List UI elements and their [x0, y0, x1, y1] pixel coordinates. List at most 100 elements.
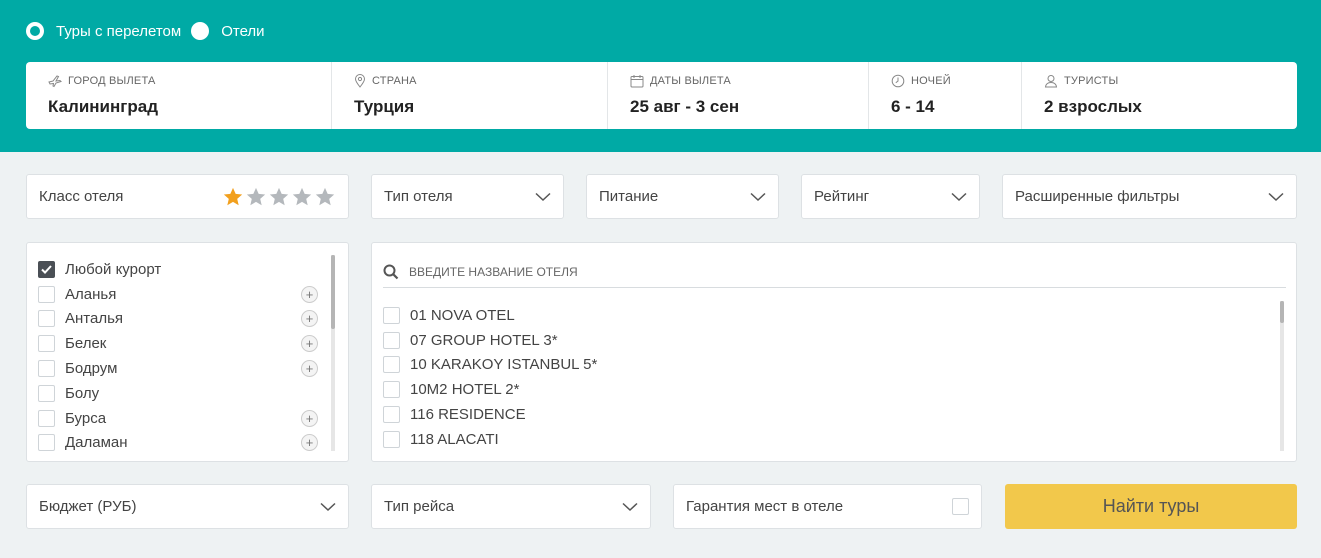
star-icon[interactable]	[314, 186, 336, 208]
nights-value: 6 - 14	[891, 97, 935, 116]
radio-hotels[interactable]	[191, 22, 210, 40]
resort-label: Болу	[65, 384, 100, 402]
meal-label: Питание	[599, 188, 659, 205]
star-icon[interactable]	[222, 186, 244, 208]
hotel-checkbox[interactable]	[383, 306, 400, 324]
expand-plus-icon[interactable]: +	[301, 409, 318, 427]
hotel-checkbox[interactable]	[383, 356, 400, 374]
country-label: Страна	[372, 75, 417, 87]
hotel-item[interactable]: 10 KARAKOY ISTANBUL 5*	[383, 353, 597, 378]
resort-item[interactable]: Белек +	[38, 331, 328, 356]
resort-list-scrollbar[interactable]	[331, 255, 335, 451]
hotel-checkbox[interactable]	[383, 331, 400, 349]
dates-field[interactable]: Даты вылета 25 авг - 3 сен	[608, 62, 869, 129]
resort-checkbox[interactable]	[38, 384, 55, 402]
star-icon[interactable]	[291, 186, 313, 208]
departure-city-field[interactable]: Город вылета Калининград	[26, 62, 332, 129]
resort-item[interactable]: Анталья +	[38, 307, 328, 332]
tourists-field[interactable]: Туристы 2 взрослых	[1022, 62, 1297, 129]
hotel-item[interactable]: 118 ALACATI	[383, 427, 597, 452]
hotel-checkbox[interactable]	[383, 381, 400, 399]
plane-icon	[48, 75, 62, 88]
resort-item[interactable]: Даламан +	[38, 431, 328, 456]
resort-checkbox[interactable]	[38, 434, 55, 452]
resort-label: Анталья	[65, 310, 124, 328]
hotel-checkbox[interactable]	[383, 430, 400, 448]
mode-switch: Туры с перелетом Отели	[26, 22, 275, 40]
departure-city-value: Калининград	[48, 97, 158, 116]
hotel-label: 118 ALACATI	[410, 430, 499, 448]
chevron-down-icon	[320, 502, 336, 511]
rating-label: Рейтинг	[814, 188, 870, 205]
resort-item[interactable]: Болу	[38, 381, 328, 406]
guarantee-label: Гарантия мест в отеле	[686, 498, 844, 515]
departure-city-label: Город вылета	[68, 75, 156, 87]
dates-label: Даты вылета	[650, 75, 731, 87]
resort-label: Даламан	[65, 434, 128, 452]
chevron-down-icon	[750, 192, 766, 201]
resort-item[interactable]: Бурса +	[38, 406, 328, 431]
expand-plus-icon[interactable]: +	[301, 285, 318, 303]
country-value: Турция	[354, 97, 415, 116]
hotel-label: 07 GROUP HOTEL 3*	[410, 331, 558, 349]
expand-plus-icon[interactable]: +	[301, 310, 318, 328]
hotel-class-stars	[221, 186, 336, 208]
meal-dropdown[interactable]: Питание	[586, 174, 779, 219]
hotel-search-input[interactable]	[409, 265, 1009, 279]
nights-field[interactable]: Ночей 6 - 14	[869, 62, 1022, 129]
resort-item[interactable]: Любой курорт	[38, 257, 328, 282]
country-field[interactable]: Страна Турция	[332, 62, 608, 129]
hotel-checkbox[interactable]	[383, 406, 400, 424]
hotel-label: 10M2 HOTEL 2*	[410, 381, 520, 399]
resort-list: Любой курорт Аланья + Анталья + Белек + Бодрум +…	[26, 242, 349, 462]
hotel-list: 01 NOVA OTEL 07 GROUP HOTEL 3* 10 KARAKOY …	[383, 303, 597, 452]
hotel-label: 01 NOVA OTEL	[410, 306, 515, 324]
mode-option-hotels[interactable]: Отели	[191, 22, 265, 40]
rating-dropdown[interactable]: Рейтинг	[801, 174, 980, 219]
hotel-item[interactable]: 01 NOVA OTEL	[383, 303, 597, 328]
check-icon	[41, 265, 52, 274]
chevron-down-icon	[535, 192, 551, 201]
advanced-filters-label: Расширенные фильтры	[1015, 188, 1180, 205]
resort-checkbox[interactable]	[38, 409, 55, 427]
resort-item[interactable]: Бодрум +	[38, 356, 328, 381]
chevron-down-icon	[622, 502, 638, 511]
hotel-type-dropdown[interactable]: Тип отеля	[371, 174, 564, 219]
flight-type-dropdown[interactable]: Тип рейса	[371, 484, 651, 529]
hotel-class-filter: Класс отеля	[26, 174, 349, 219]
hotel-item[interactable]: 116 RESIDENCE	[383, 402, 597, 427]
resort-checkbox[interactable]	[38, 285, 55, 303]
budget-dropdown[interactable]: Бюджет (РУБ)	[26, 484, 349, 529]
mode-label-tours: Туры с перелетом	[56, 22, 182, 40]
chevron-down-icon	[1268, 192, 1284, 201]
radio-tours[interactable]	[26, 22, 44, 40]
resort-label: Любой курорт	[65, 260, 162, 278]
resort-label: Бурса	[65, 409, 107, 427]
nights-label: Ночей	[911, 75, 951, 87]
mode-option-tours[interactable]: Туры с перелетом	[26, 22, 181, 40]
hotel-type-label: Тип отеля	[384, 188, 453, 205]
hotel-list-scrollbar[interactable]	[1280, 301, 1284, 451]
guarantee-checkbox[interactable]	[952, 498, 969, 515]
find-tours-button[interactable]: Найти туры	[1005, 484, 1297, 529]
advanced-filters-dropdown[interactable]: Расширенные фильтры	[1002, 174, 1297, 219]
expand-plus-icon[interactable]: +	[301, 360, 318, 378]
expand-plus-icon[interactable]: +	[301, 335, 318, 353]
tourists-value: 2 взрослых	[1044, 97, 1142, 116]
hotel-item[interactable]: 10M2 HOTEL 2*	[383, 377, 597, 402]
hotel-label: 116 RESIDENCE	[410, 406, 526, 424]
resort-checkbox[interactable]	[38, 360, 55, 378]
star-icon[interactable]	[268, 186, 290, 208]
resort-item[interactable]: Аланья +	[38, 282, 328, 307]
flight-type-label: Тип рейса	[384, 498, 455, 515]
resort-checkbox[interactable]	[38, 335, 55, 353]
hotel-search-bar	[383, 257, 1286, 288]
hotel-item[interactable]: 07 GROUP HOTEL 3*	[383, 328, 597, 353]
guarantee-toggle[interactable]: Гарантия мест в отеле	[673, 484, 982, 529]
star-icon[interactable]	[245, 186, 267, 208]
expand-plus-icon[interactable]: +	[301, 434, 318, 452]
budget-label: Бюджет (РУБ)	[39, 498, 137, 515]
resort-checkbox[interactable]	[38, 260, 55, 278]
resort-checkbox[interactable]	[38, 310, 55, 328]
search-header: Туры с перелетом Отели Город вылета Кали…	[0, 0, 1321, 152]
